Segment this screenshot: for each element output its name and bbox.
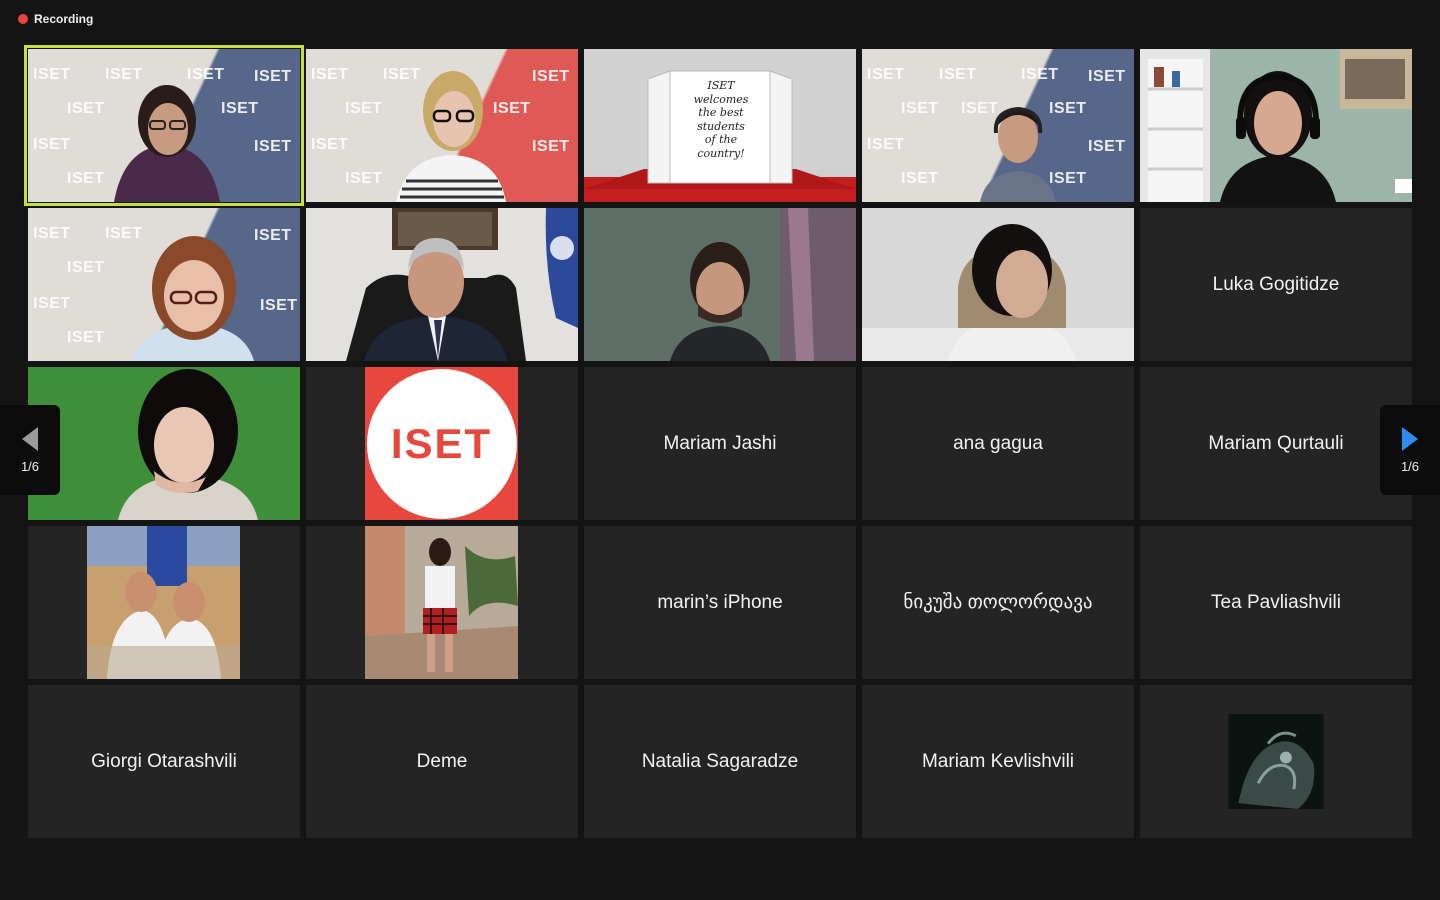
iset-logo-text: ISET: [390, 419, 493, 467]
iset-logo: ISET: [365, 367, 518, 520]
video-tile[interactable]: ISET welcomes the best students of the c…: [584, 49, 856, 202]
participant-tile[interactable]: [306, 526, 578, 679]
recording-indicator[interactable]: Recording: [18, 12, 93, 26]
participant-name: Mariam Qurtauli: [1208, 432, 1344, 454]
participant-name: Luka Gogitidze: [1212, 273, 1340, 295]
video-tile[interactable]: ISET ISET ISET ISET ISET ISET ISET ISET …: [862, 49, 1134, 202]
participant-video: [396, 71, 506, 202]
welcome-note-line: of the: [704, 133, 738, 146]
video-tile[interactable]: ISET ISET ISET ISET ISET ISET ISET: [28, 208, 300, 361]
participant-name: marin’s iPhone: [657, 591, 783, 613]
welcome-note-line: the best: [698, 106, 744, 119]
participant-video: [862, 224, 1134, 361]
participant-name: Mariam Kevlishvili: [921, 750, 1075, 772]
video-tile[interactable]: [584, 208, 856, 361]
video-tile[interactable]: [28, 367, 300, 520]
participant-tile[interactable]: Mariam Kevlishvili: [862, 685, 1134, 838]
participant-name: ana gagua: [953, 432, 1043, 454]
participant-tile[interactable]: [28, 526, 300, 679]
profile-photo-street: [365, 526, 518, 679]
arrow-left-icon: [22, 426, 38, 451]
page-indicator: 1/6: [1400, 458, 1420, 474]
participant-tile[interactable]: Tea Pavliashvili: [1140, 526, 1412, 679]
participant-video: [980, 106, 1056, 202]
iset-logo-circle: ISET: [366, 368, 517, 519]
participant-video: [346, 208, 578, 361]
profile-photo-basketball: [87, 526, 240, 679]
participant-video: [132, 236, 254, 361]
participant-tile[interactable]: Natalia Sagaradze: [584, 685, 856, 838]
welcome-note-line: welcomes: [693, 92, 749, 106]
participant-tile[interactable]: Luka Gogitidze: [1140, 208, 1412, 361]
participant-tile[interactable]: ana gagua: [862, 367, 1134, 520]
previous-page-button[interactable]: 1/6: [0, 405, 60, 495]
participant-tile[interactable]: Mariam Jashi: [584, 367, 856, 520]
welcome-note: ISET welcomes the best students of the c…: [678, 79, 764, 160]
participant-name: Mariam Jashi: [663, 432, 777, 454]
profile-photo-sculpture: [1228, 714, 1324, 809]
participant-name: Natalia Sagaradze: [641, 750, 799, 772]
participant-tile[interactable]: Deme: [306, 685, 578, 838]
page-indicator: 1/6: [20, 458, 40, 474]
participant-tile[interactable]: [1140, 685, 1412, 838]
participant-name: Giorgi Otarashvili: [91, 750, 237, 772]
participant-name: Deme: [416, 750, 468, 772]
welcome-note-line: ISET: [707, 79, 735, 92]
participant-tile[interactable]: Mariam Qurtauli: [1140, 367, 1412, 520]
participant-name: ნიკუშა თოლორდავა: [903, 592, 1093, 613]
welcome-note-line: country!: [697, 146, 745, 160]
video-tile[interactable]: [1140, 49, 1412, 202]
recording-dot-icon: [18, 14, 28, 24]
next-page-button[interactable]: 1/6: [1380, 405, 1440, 495]
participant-video: [28, 367, 300, 520]
participant-name: Tea Pavliashvili: [1211, 591, 1341, 613]
welcome-note-line: students: [697, 119, 745, 133]
participant-tile[interactable]: marin’s iPhone: [584, 526, 856, 679]
video-tile[interactable]: ISET ISET ISET ISET ISET ISET ISET ISET: [306, 49, 578, 202]
participant-video: [114, 85, 220, 202]
participant-tile[interactable]: ISET: [306, 367, 578, 520]
participant-tile[interactable]: ნიკუშა თოლორდავა: [862, 526, 1134, 679]
participant-video: [670, 208, 856, 361]
participant-video: [1140, 49, 1412, 202]
video-tile-active-speaker[interactable]: ISET ISET ISET ISET ISET ISET ISET ISET …: [24, 45, 304, 206]
recording-label: Recording: [34, 12, 94, 26]
participant-tile[interactable]: Giorgi Otarashvili: [28, 685, 300, 838]
video-tile[interactable]: [862, 208, 1134, 361]
arrow-right-icon: [1402, 426, 1418, 451]
gallery-grid: ISET ISET ISET ISET ISET ISET ISET ISET …: [24, 45, 1412, 838]
video-tile[interactable]: [306, 208, 578, 361]
